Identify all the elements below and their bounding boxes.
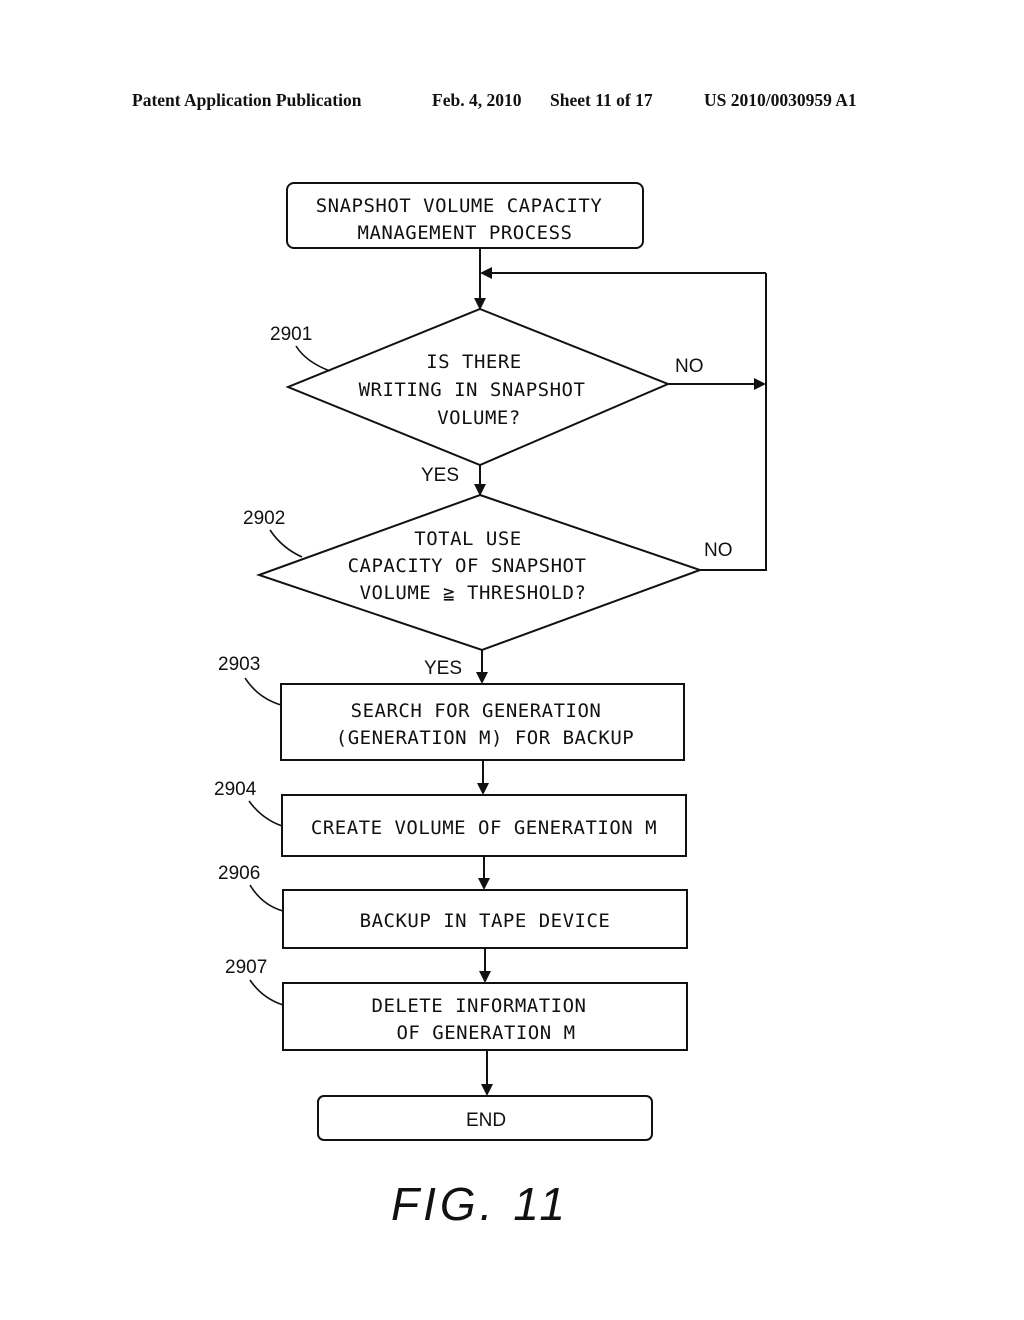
arrowhead-icon <box>477 783 489 795</box>
step-2906-line-1: BACKUP IN TAPE DEVICE <box>360 910 611 932</box>
step-2903-line-1: SEARCH FOR GENERATION <box>351 700 602 722</box>
step-2903-line-2: (GENERATION M) FOR BACKUP <box>336 727 634 749</box>
decision-2901-line-2: WRITING IN SNAPSHOT <box>359 379 586 401</box>
end-label: END <box>466 1110 506 1131</box>
decision-2902-line-3: VOLUME ≧ THRESHOLD? <box>360 582 587 604</box>
decision-2901: IS THERE WRITING IN SNAPSHOT VOLUME? 290… <box>270 307 766 496</box>
arrowhead-icon <box>476 672 488 684</box>
ref-2906: 2906 <box>218 863 260 884</box>
leader-line <box>249 884 284 912</box>
flowchart: SNAPSHOT VOLUME CAPACITY MANAGEMENT PROC… <box>214 182 767 1230</box>
arrowhead-icon <box>480 267 492 279</box>
arrowhead-icon <box>478 878 490 890</box>
start-label-line-1: SNAPSHOT VOLUME CAPACITY <box>316 195 603 217</box>
ref-2901: 2901 <box>270 324 312 345</box>
ref-2902: 2902 <box>243 508 285 529</box>
leader-line <box>249 979 284 1006</box>
step-2907: DELETE INFORMATION OF GENERATION M 2907 <box>225 957 688 1096</box>
step-2906: BACKUP IN TAPE DEVICE 2906 <box>218 863 688 983</box>
step-2907-line-2: OF GENERATION M <box>396 1022 575 1044</box>
no-label-2901: NO <box>675 356 704 377</box>
leader-line <box>295 345 331 372</box>
ref-2904: 2904 <box>214 779 257 800</box>
figure-label: FIG. 11 <box>391 1178 569 1230</box>
ref-2903: 2903 <box>218 654 260 675</box>
decision-2902-line-1: TOTAL USE <box>414 528 521 550</box>
decision-2901-line-3: VOLUME? <box>437 407 521 429</box>
start-label-line-2: MANAGEMENT PROCESS <box>358 222 573 244</box>
arrowhead-icon <box>479 971 491 983</box>
arrowhead-icon <box>481 1084 493 1096</box>
start-terminator: SNAPSHOT VOLUME CAPACITY MANAGEMENT PROC… <box>286 182 644 249</box>
end-terminator: END <box>317 1095 653 1141</box>
decision-2901-line-1: IS THERE <box>426 351 522 373</box>
leader-line <box>244 677 282 706</box>
decision-2902-line-2: CAPACITY OF SNAPSHOT <box>348 555 587 577</box>
decision-2902: TOTAL USE CAPACITY OF SNAPSHOT VOLUME ≧ … <box>243 493 767 684</box>
yes-label-2902: YES <box>424 658 462 679</box>
step-2907-line-1: DELETE INFORMATION <box>372 995 587 1017</box>
leader-line <box>269 529 303 558</box>
yes-label-2901: YES <box>421 465 459 486</box>
arrowhead-icon <box>754 378 766 390</box>
step-2904: CREATE VOLUME OF GENERATION M 2904 <box>214 779 687 890</box>
arrow-start-to-2901 <box>474 248 486 310</box>
no-label-2902: NO <box>704 540 733 561</box>
ref-2907: 2907 <box>225 957 267 978</box>
leader-line <box>248 800 283 827</box>
step-2904-line-1: CREATE VOLUME OF GENERATION M <box>311 817 657 839</box>
